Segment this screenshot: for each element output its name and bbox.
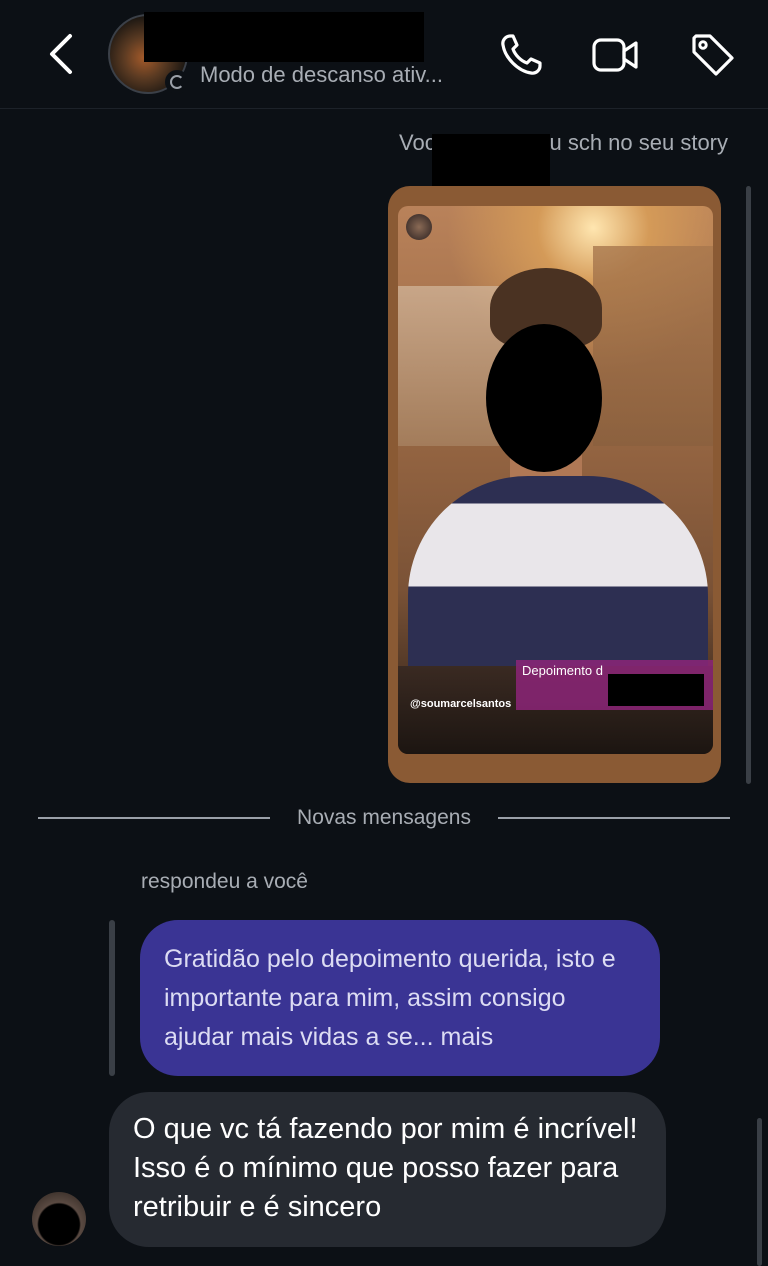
contact-status: Modo de descanso ativ...	[200, 62, 443, 87]
scrollbar[interactable]	[746, 186, 751, 784]
divider-line-right	[498, 817, 730, 819]
status-indicator-icon	[165, 70, 189, 94]
story-mention-tag: @soumarcelsantos	[410, 698, 512, 710]
replied-label: respondeu a você	[141, 870, 308, 893]
story-photo: Depoimento d @soumarcelsantos	[398, 206, 713, 754]
tag-icon[interactable]	[688, 30, 738, 80]
chevron-left-icon[interactable]	[44, 32, 84, 76]
face-redacted	[486, 324, 602, 472]
sender-avatar[interactable]	[32, 1192, 86, 1246]
quoted-message-bubble[interactable]: Gratidão pelo depoimento querida, isto e…	[140, 920, 660, 1076]
video-camera-icon[interactable]	[590, 30, 640, 80]
quote-bar	[109, 920, 115, 1076]
contact-name-redacted	[144, 12, 424, 62]
story-preview-card[interactable]: Depoimento d @soumarcelsantos	[388, 186, 721, 783]
sticker-redacted	[608, 674, 704, 706]
background-cabinet	[593, 246, 713, 446]
scrollbar-bottom[interactable]	[757, 1118, 762, 1266]
chat-header: Modo de descanso ativ...	[0, 0, 768, 109]
phone-icon[interactable]	[496, 30, 546, 80]
story-author-avatar	[406, 214, 432, 240]
reply-message-bubble[interactable]: O que vc tá fazendo por mim é incrível! …	[109, 1092, 666, 1247]
